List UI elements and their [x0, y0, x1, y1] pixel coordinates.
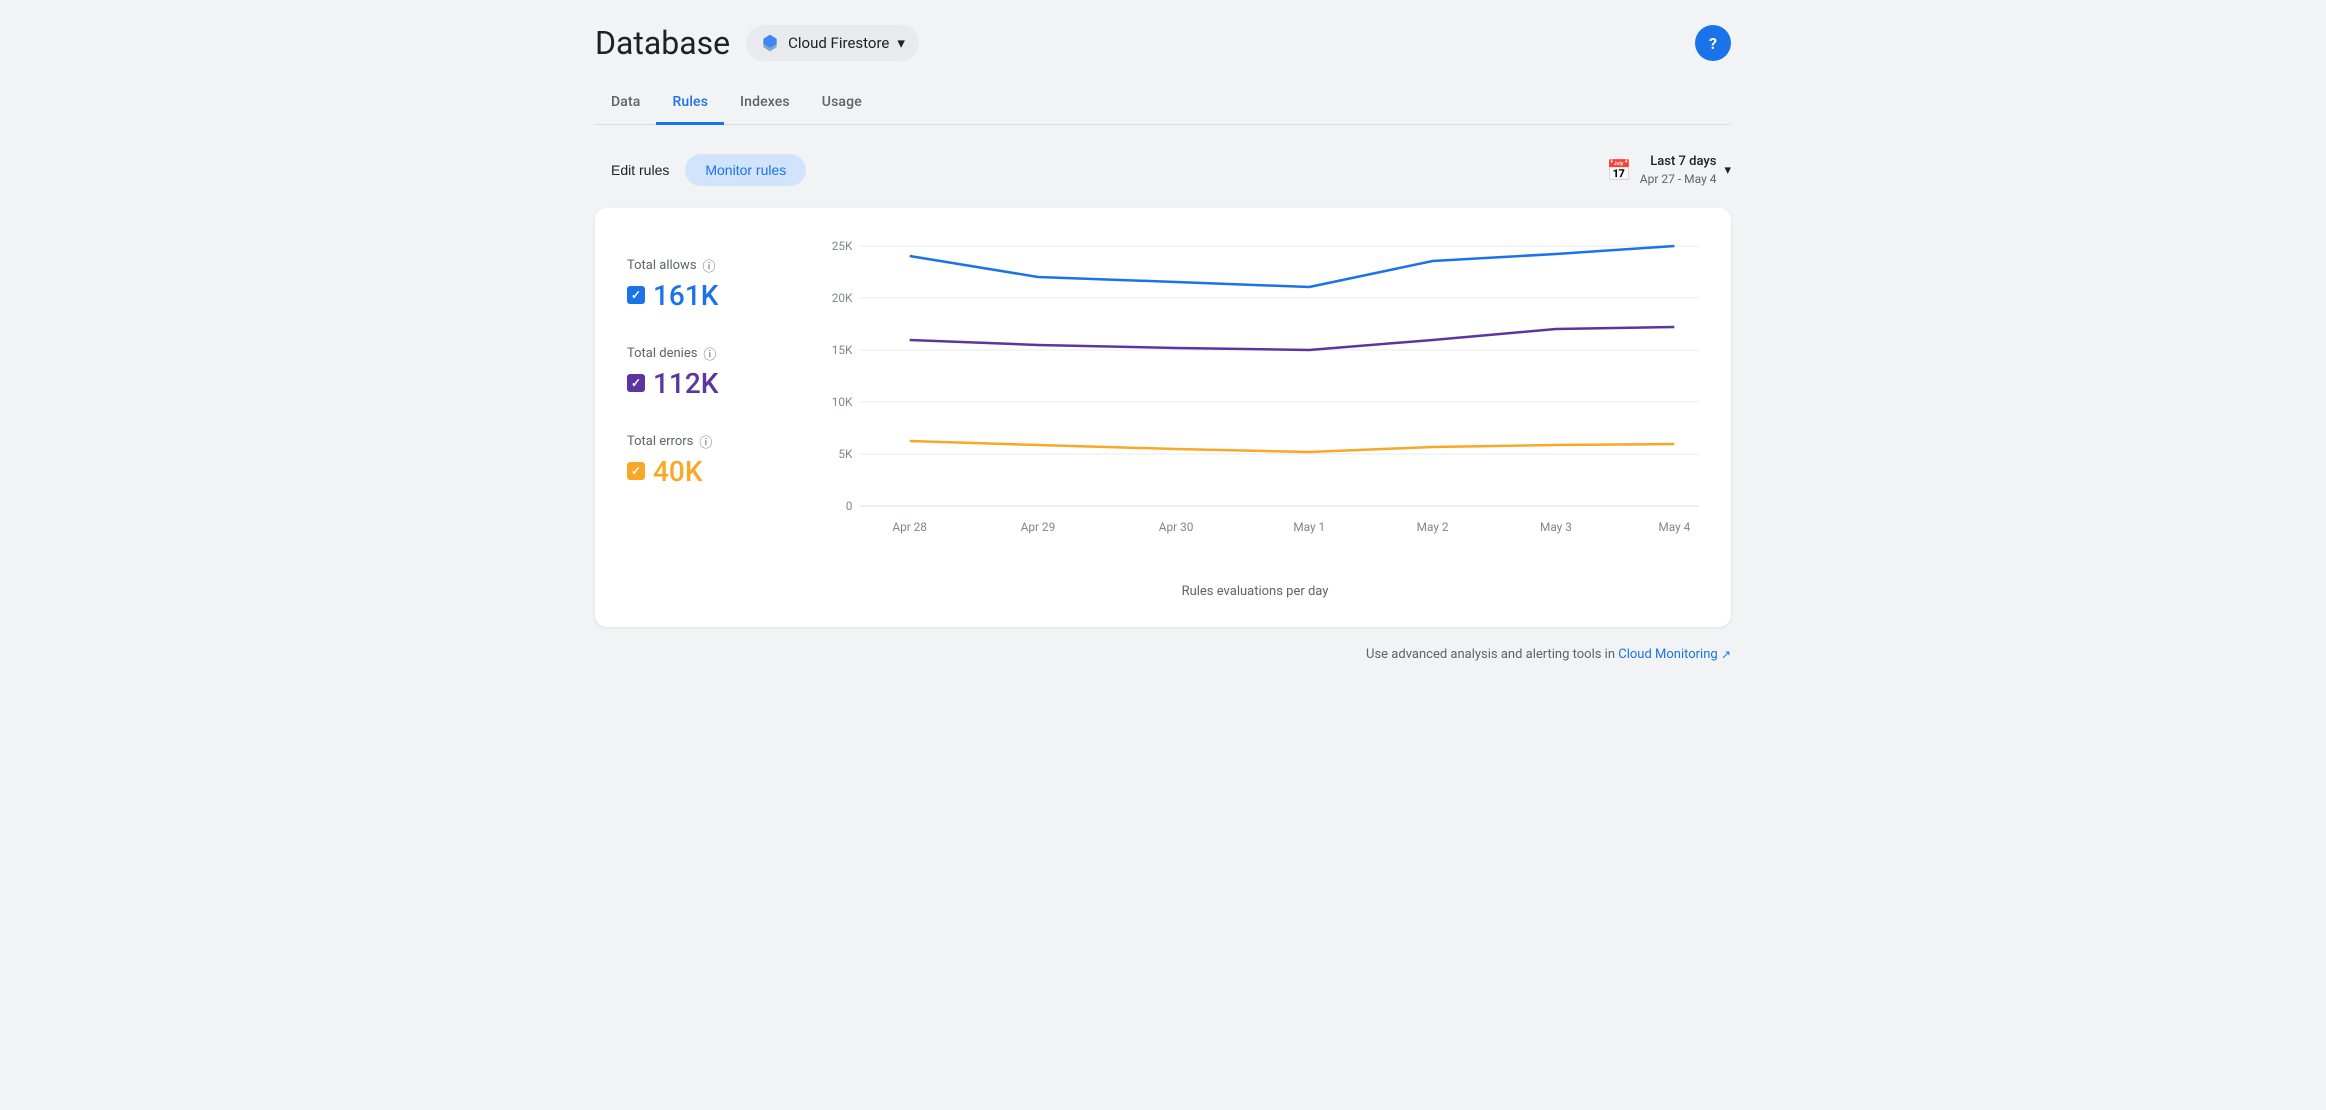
firestore-icon	[760, 33, 780, 53]
product-name: Cloud Firestore	[788, 34, 889, 52]
question-icon: ?	[1709, 34, 1717, 53]
legend-denies: Total denies ⓘ ✓ 112K	[627, 344, 787, 400]
page-title: Database	[595, 24, 730, 62]
edit-rules-button[interactable]: Edit rules	[595, 154, 685, 186]
date-range-selector[interactable]: 📅 Last 7 days Apr 27 - May 4 ▾	[1607, 153, 1731, 188]
total-errors-label: Total errors	[627, 434, 693, 449]
svg-text:5K: 5K	[838, 447, 853, 461]
product-selector[interactable]: Cloud Firestore ▾	[746, 25, 919, 61]
checkmark-icon: ✓	[631, 464, 641, 478]
monitor-rules-button[interactable]: Monitor rules	[685, 154, 806, 186]
denies-checkbox[interactable]: ✓	[627, 374, 645, 392]
tab-rules[interactable]: Rules	[656, 82, 724, 125]
calendar-icon: 📅	[1607, 158, 1632, 182]
legend-allows: Total allows ⓘ ✓ 161K	[627, 256, 787, 312]
chart-area: 25K 20K 15K 10K 5K 0 Apr 28 Apr 29 Apr 3…	[811, 236, 1699, 599]
chart-card: Total allows ⓘ ✓ 161K Total denies ⓘ	[595, 208, 1731, 627]
svg-text:Apr 29: Apr 29	[1021, 520, 1056, 534]
external-link-icon: ↗	[1721, 648, 1731, 662]
chevron-down-icon: ▾	[1724, 163, 1731, 178]
allows-help-icon[interactable]: ⓘ	[703, 256, 716, 275]
checkmark-icon: ✓	[631, 376, 641, 390]
tab-data[interactable]: Data	[595, 82, 656, 125]
allows-checkbox[interactable]: ✓	[627, 286, 645, 304]
svg-text:May 4: May 4	[1658, 520, 1690, 534]
help-button[interactable]: ?	[1695, 25, 1731, 61]
date-range-value: Apr 27 - May 4	[1640, 171, 1717, 188]
total-allows-label: Total allows	[627, 258, 697, 273]
svg-text:Apr 30: Apr 30	[1159, 520, 1194, 534]
chart-x-axis-label: Rules evaluations per day	[811, 584, 1699, 599]
svg-text:May 1: May 1	[1293, 520, 1325, 534]
cloud-monitoring-link[interactable]: Cloud Monitoring ↗	[1618, 647, 1731, 662]
checkmark-icon: ✓	[631, 288, 641, 302]
total-denies-label: Total denies	[627, 346, 697, 361]
legend-panel: Total allows ⓘ ✓ 161K Total denies ⓘ	[627, 236, 787, 599]
chevron-down-icon: ▾	[897, 34, 905, 52]
errors-value: 40K	[653, 455, 703, 488]
svg-text:15K: 15K	[832, 343, 853, 357]
legend-errors: Total errors ⓘ ✓ 40K	[627, 432, 787, 488]
errors-checkbox[interactable]: ✓	[627, 462, 645, 480]
svg-text:May 3: May 3	[1540, 520, 1572, 534]
tab-indexes[interactable]: Indexes	[724, 82, 806, 125]
footer-note: Use advanced analysis and alerting tools…	[595, 647, 1731, 662]
date-range-label: Last 7 days	[1640, 153, 1717, 171]
errors-help-icon[interactable]: ⓘ	[699, 432, 712, 451]
chart-svg: 25K 20K 15K 10K 5K 0 Apr 28 Apr 29 Apr 3…	[811, 236, 1699, 576]
tab-usage[interactable]: Usage	[806, 82, 878, 125]
denies-help-icon[interactable]: ⓘ	[703, 344, 716, 363]
nav-tabs: Data Rules Indexes Usage	[595, 82, 1731, 125]
allows-value: 161K	[653, 279, 718, 312]
svg-text:25K: 25K	[832, 239, 853, 253]
svg-text:0: 0	[846, 499, 853, 513]
svg-text:20K: 20K	[832, 291, 853, 305]
denies-value: 112K	[653, 367, 718, 400]
svg-text:10K: 10K	[832, 395, 853, 409]
toolbar: Edit rules Monitor rules 📅 Last 7 days A…	[595, 153, 1731, 188]
svg-text:May 2: May 2	[1417, 520, 1449, 534]
svg-text:Apr 28: Apr 28	[892, 520, 927, 534]
footer-note-text: Use advanced analysis and alerting tools…	[1366, 647, 1615, 662]
